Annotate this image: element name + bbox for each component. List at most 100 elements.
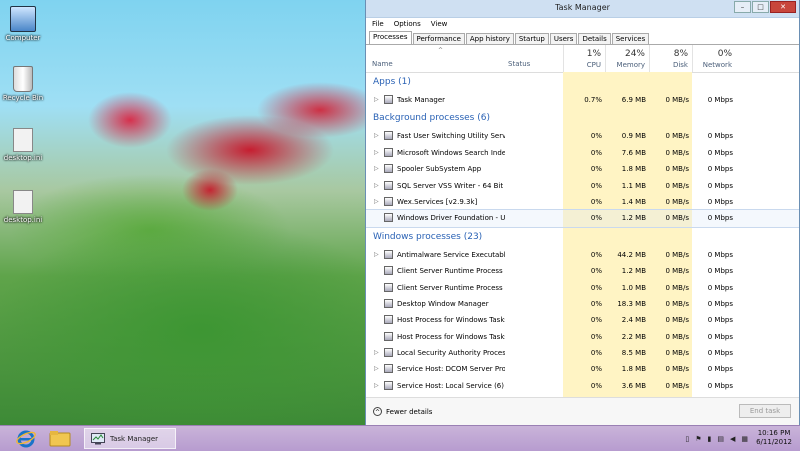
process-row[interactable]: Client Server Runtime Process 0% 1.2 MB 0 M…: [366, 263, 799, 279]
expand-icon[interactable]: ▷: [374, 132, 379, 139]
process-disk: 0 MB/s: [665, 316, 689, 325]
process-row[interactable]: ▷ Local Security Authority Process 0% 8.5 M…: [366, 345, 799, 361]
tab-details[interactable]: Details: [578, 33, 611, 44]
menu-file[interactable]: File: [372, 20, 384, 28]
end-task-button[interactable]: End task: [739, 404, 791, 418]
process-net: 0 Mbps: [707, 250, 733, 259]
taskbar-task-manager-label: Task Manager: [110, 435, 159, 443]
network-icon[interactable]: ▤: [717, 435, 724, 443]
group-header[interactable]: Background processes (6): [366, 108, 799, 128]
process-icon: [384, 348, 393, 358]
menu-options[interactable]: Options: [394, 20, 421, 28]
process-net: 0 Mbps: [707, 267, 733, 276]
clock-date: 6/11/2012: [756, 438, 792, 446]
file-explorer-icon[interactable]: [48, 428, 72, 449]
volume-icon[interactable]: ◀: [730, 435, 735, 443]
computer-icon: [10, 6, 36, 32]
process-net: 0 Mbps: [707, 148, 733, 157]
desktop-icon-computer[interactable]: Computer: [0, 6, 46, 42]
fewer-details-link[interactable]: ^ Fewer details: [373, 407, 432, 416]
column-memory[interactable]: 24% Memory: [605, 45, 649, 72]
title-bar[interactable]: Task Manager – □ ✕: [366, 0, 799, 18]
recycle-bin-icon: [13, 66, 33, 92]
expand-icon[interactable]: ▷: [374, 149, 379, 156]
process-mem: 1.2 MB: [621, 214, 646, 223]
process-row[interactable]: ▷ Fast User Switching Utility Service 0% 0.…: [366, 128, 799, 144]
group-header[interactable]: Apps (1): [366, 72, 799, 92]
expand-icon[interactable]: ▷: [374, 382, 379, 389]
process-disk: 0 MB/s: [665, 96, 689, 104]
footer: ^ Fewer details End task: [366, 397, 799, 425]
process-disk: 0 MB/s: [665, 381, 689, 390]
column-status[interactable]: Status: [508, 45, 563, 72]
tab-startup[interactable]: Startup: [514, 33, 549, 44]
expand-icon[interactable]: ▷: [374, 96, 379, 103]
process-row[interactable]: Host Process for Windows Tasks 0% 2.2 MB 0 …: [366, 329, 799, 345]
close-button[interactable]: ✕: [770, 1, 796, 13]
taskbar-task-manager-button[interactable]: Task Manager: [84, 428, 176, 449]
column-network[interactable]: 0% Network: [692, 45, 736, 72]
desktop-icon-file[interactable]: desktop.ini: [0, 128, 46, 162]
process-disk: 0 MB/s: [665, 365, 689, 374]
expand-icon[interactable]: ▷: [374, 198, 379, 205]
process-row[interactable]: Host Process for Windows Tasks 0% 2.4 MB 0 …: [366, 312, 799, 328]
network-label: Network: [702, 61, 732, 69]
expand-icon[interactable]: ▷: [374, 165, 379, 172]
cpu-label: CPU: [586, 61, 601, 69]
tab-services[interactable]: Services: [611, 33, 650, 44]
desktop-icon-file[interactable]: desktop.ini: [0, 190, 46, 224]
column-headers: ^ Name Status 1% CPU 24% Memory 8% Disk …: [366, 45, 799, 73]
column-cpu[interactable]: 1% CPU: [563, 45, 605, 72]
desktop-icon-label: desktop.ini: [3, 216, 43, 224]
process-mem: 1.8 MB: [621, 165, 646, 174]
process-mem: 1.2 MB: [621, 267, 646, 276]
process-name: Desktop Window Manager: [397, 299, 489, 308]
process-row[interactable]: ▷ Task Manager 0.7% 6.9 MB 0 MB/s 0 Mbps: [366, 92, 799, 108]
expand-icon[interactable]: ▷: [374, 251, 379, 258]
process-row[interactable]: ▷ Wex.Services [v2.9.3k] 0% 1.4 MB 0 MB/s 0 M…: [366, 194, 799, 210]
desktop-icon-recycle-bin[interactable]: Recycle Bin: [0, 66, 46, 102]
process-name: Client Server Runtime Process: [397, 283, 503, 292]
process-row[interactable]: ▷ Spooler SubSystem App 0% 1.8 MB 0 MB/s 0 Mb…: [366, 161, 799, 177]
internet-explorer-icon[interactable]: [15, 428, 37, 449]
menu-view[interactable]: View: [431, 20, 448, 28]
sort-up-icon: ^: [438, 47, 444, 54]
process-name: Fast User Switching Utility Service: [397, 132, 505, 141]
process-row[interactable]: ▷ Service Host: DCOM Server Proc... 0% 1.8 …: [366, 361, 799, 377]
maximize-button[interactable]: □: [752, 1, 769, 13]
show-hidden-icon[interactable]: ▯: [685, 435, 689, 443]
process-row[interactable]: ▷ Service Host: Local Service (6) 0% 3.6 MB…: [366, 378, 799, 394]
keyboard-icon[interactable]: ▦: [741, 435, 748, 443]
process-net: 0 Mbps: [707, 132, 733, 141]
process-cpu: 0%: [590, 381, 602, 390]
process-row[interactable]: Desktop Window Manager 0% 18.3 MB 0 MB/s 0 M…: [366, 296, 799, 312]
column-disk[interactable]: 8% Disk: [649, 45, 692, 72]
process-cpu: 0%: [590, 332, 602, 341]
expand-icon[interactable]: ▷: [374, 365, 379, 372]
power-icon[interactable]: ▮: [708, 435, 712, 443]
column-name[interactable]: ^ Name: [372, 45, 502, 72]
process-net: 0 Mbps: [707, 96, 733, 104]
process-mem: 1.0 MB: [621, 283, 646, 292]
process-row[interactable]: Windows Driver Foundation - U... 0% 1.2 MB…: [366, 209, 799, 228]
flag-icon[interactable]: ⚑: [695, 435, 701, 443]
process-name: SQL Server VSS Writer - 64 Bit: [397, 181, 504, 190]
process-row[interactable]: ▷ Microsoft Windows Search Inde... 0% 7.6 M…: [366, 145, 799, 161]
tab-users[interactable]: Users: [549, 33, 578, 44]
clock[interactable]: 10:16 PM 6/11/2012: [756, 429, 792, 447]
tab-processes[interactable]: Processes: [369, 31, 412, 44]
tab-performance[interactable]: Performance: [412, 33, 465, 44]
window-controls: – □ ✕: [734, 1, 796, 13]
process-row[interactable]: Client Server Runtime Process 0% 1.0 MB 0 M…: [366, 280, 799, 296]
process-disk: 0 MB/s: [665, 197, 689, 206]
process-icon: [384, 131, 393, 141]
expand-icon[interactable]: ▷: [374, 349, 379, 356]
tab-app-history[interactable]: App history: [465, 33, 514, 44]
minimize-button[interactable]: –: [734, 1, 751, 13]
task-manager-window: Task Manager – □ ✕ File Options View Pro…: [365, 0, 800, 425]
process-row[interactable]: ▷ SQL Server VSS Writer - 64 Bit 0% 1.1 MB 0…: [366, 178, 799, 194]
expand-icon[interactable]: ▷: [374, 182, 379, 189]
group-header[interactable]: Windows processes (23): [366, 227, 799, 247]
process-row[interactable]: ▷ Antimalware Service Executable 0% 44.2 MB…: [366, 247, 799, 263]
process-name: Client Server Runtime Process: [397, 267, 503, 276]
